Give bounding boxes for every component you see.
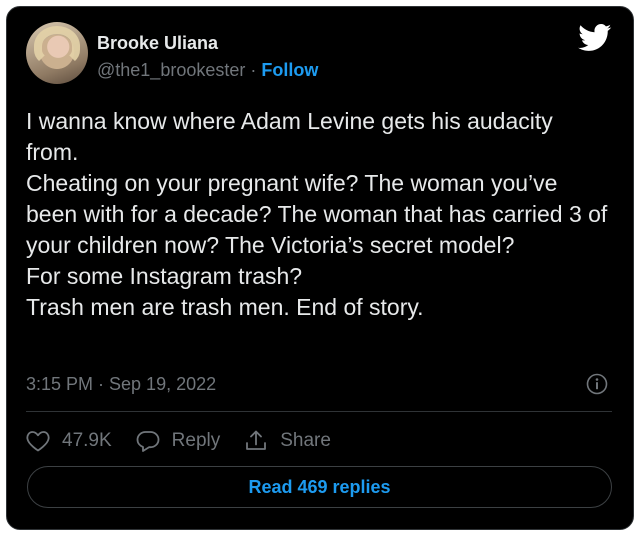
reply-button[interactable]: Reply: [136, 430, 221, 452]
author-avatar[interactable]: [26, 22, 88, 84]
speech-bubble-icon: [136, 431, 160, 452]
share-label: Share: [280, 430, 331, 451]
heart-icon: [26, 431, 50, 452]
author-name[interactable]: Brooke Uliana: [97, 33, 218, 54]
share-button[interactable]: Share: [244, 430, 331, 452]
divider: [26, 411, 612, 412]
like-button[interactable]: 47.9K: [26, 430, 112, 452]
reply-label: Reply: [171, 430, 221, 451]
handle-line: @the1_brookester · Follow: [97, 60, 318, 81]
info-icon[interactable]: [586, 373, 608, 395]
tweet-timestamp[interactable]: 3:15 PM · Sep 19, 2022: [26, 374, 216, 395]
share-icon: [246, 430, 267, 450]
read-replies-button[interactable]: Read 469 replies: [27, 466, 612, 508]
handle-separator: ·: [245, 60, 262, 80]
tweet-text: I wanna know where Adam Levine gets his …: [26, 108, 608, 320]
follow-button[interactable]: Follow: [261, 60, 318, 80]
like-count: 47.9K: [62, 430, 112, 451]
action-bar: 47.9K Reply Share: [26, 426, 355, 456]
twitter-bird-icon[interactable]: [578, 24, 612, 52]
author-handle[interactable]: @the1_brookester: [97, 60, 245, 80]
